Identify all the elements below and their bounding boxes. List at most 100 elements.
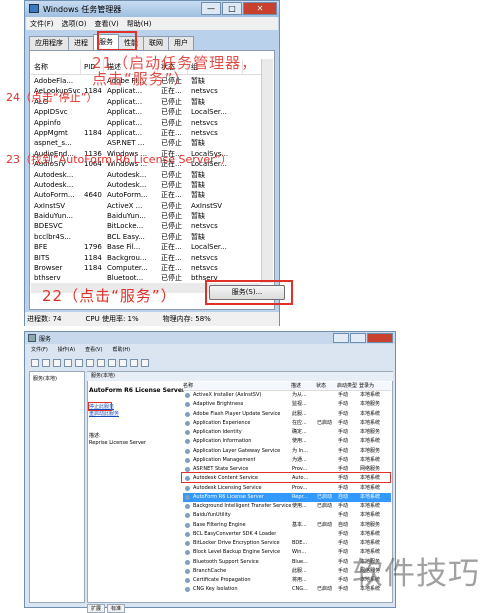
list-item[interactable]: Adobe Flash Player Update Service 此服... 手动… [183, 410, 391, 419]
sv-minimize-button[interactable] [333, 333, 349, 343]
table-row[interactable]: Autodesk... Autodesk... 已停止 暂缺 [31, 180, 261, 190]
list-item[interactable]: Application Information 使用... 手动 本地系统 [183, 437, 391, 446]
table-cell: 已停止 [161, 97, 182, 106]
export-icon[interactable] [75, 358, 83, 367]
tab-extended[interactable]: 扩展 [87, 604, 106, 613]
table-cell: 4640 [84, 191, 102, 200]
list-item[interactable]: BaiduYunUtility 手动 本地系统 [183, 511, 391, 520]
service-name: BaiduYunUtility [193, 512, 231, 519]
table-row[interactable]: BDESVC BitLocke... 已停止 netsvcs [31, 221, 261, 231]
service-name-cell: BCL EasyConverter SDK 4 Loader [183, 530, 291, 539]
menu-view[interactable]: 查看(V) [94, 19, 118, 29]
table-cell: 已停止 [161, 108, 182, 117]
list-cell: 基本... [292, 521, 307, 528]
table-row[interactable]: aspnet_s... ASP.NET ... 已停止 暂缺 [31, 138, 261, 148]
maximize-button[interactable]: □ [222, 2, 242, 15]
minimize-button[interactable]: — [201, 2, 221, 15]
table-row[interactable]: BaiduYun... BaiduYun... 已停止 暂缺 [31, 211, 261, 221]
service-name-cell: Certificate Propagation [183, 576, 291, 585]
sv-col-logon[interactable]: 登录为 [359, 382, 389, 390]
sv-maximize-button[interactable] [350, 333, 366, 343]
table-row[interactable]: BITS 1184 Backgrou... 正在... netsvcs [31, 253, 261, 263]
sv-menu-view[interactable]: 查看(V) [85, 345, 102, 355]
help-icon[interactable] [86, 358, 94, 367]
restart-service-link[interactable]: 重启动此服务 [89, 410, 119, 417]
list-item[interactable]: Application Management 为通... 手动 本地系统 [183, 456, 391, 465]
table-cell [81, 232, 104, 242]
list-cell [316, 530, 337, 539]
sv-close-button[interactable] [367, 333, 393, 343]
table-cell: 正在... [161, 264, 182, 273]
list-item[interactable]: Base Filtering Engine 基本... 已启动 自动 本地服务 [183, 521, 391, 530]
back-icon[interactable] [31, 358, 39, 367]
list-item[interactable]: Application Identity 确定... 手动 本地服务 [183, 428, 391, 437]
table-row[interactable]: BFE 1796 Base Fil... 正在... LocalSer... [31, 242, 261, 252]
table-row[interactable]: AppIDSvc Applicat... 已停止 LocalSer... [31, 107, 261, 117]
sv-menu-action[interactable]: 操作(A) [58, 345, 75, 355]
sv-col-description[interactable]: 描述 [291, 382, 316, 390]
gear-icon [185, 559, 190, 565]
start-icon[interactable] [108, 358, 116, 367]
table-cell: 正在... [161, 253, 182, 262]
restart-icon[interactable] [141, 358, 149, 367]
list-item[interactable]: Application Layer Gateway Service 为 In...… [183, 447, 391, 456]
table-row[interactable]: Appinfo Applicat... 已停止 netsvcs [31, 118, 261, 128]
tab-users[interactable]: 用户 [168, 36, 194, 50]
menu-file[interactable]: 文件(F) [30, 19, 54, 29]
menu-bar: 文件(F) 选项(O) 查看(V) 帮助(H) [26, 17, 278, 30]
refresh-icon[interactable] [64, 358, 72, 367]
list-item[interactable]: Background Intelligent Transfer Service 使… [183, 502, 391, 511]
menu-help[interactable]: 帮助(H) [127, 19, 152, 29]
services-title-bar[interactable]: 服务 [25, 332, 395, 344]
sv-toolbar [25, 356, 395, 369]
list-item[interactable]: Autodesk Licensing Service Prov... 手动 本地系统 [183, 484, 391, 493]
service-name-cell: BaiduYunUtility [183, 511, 291, 520]
list-cell: 手动 [338, 484, 349, 491]
table-cell: Computer... [107, 264, 148, 273]
tab-processes[interactable]: 进程 [68, 36, 94, 50]
pause-icon[interactable] [130, 358, 138, 367]
properties-icon[interactable] [97, 358, 105, 367]
sv-menu-file[interactable]: 文件(F) [31, 345, 48, 355]
tab-networking[interactable]: 联网 [143, 36, 169, 50]
table-row[interactable]: AppMgmt 1184 Applicat... 正在... netsvcs [31, 128, 261, 138]
table-row[interactable]: AutoForm... 4640 AutoForm... 正在... 暂缺 [31, 190, 261, 200]
list-cell [316, 410, 337, 419]
service-name: Block Level Backup Engine Service [193, 549, 281, 556]
stop-icon[interactable] [119, 358, 127, 367]
console-icon[interactable] [53, 358, 61, 367]
tree-node-services-local[interactable]: 服务(本地) [33, 375, 57, 382]
tab-standard[interactable]: 标准 [107, 604, 126, 613]
title-bar[interactable]: Windows 任务管理器 — □ ✕ [25, 1, 279, 17]
sv-pane-header: 服务(本地) [87, 372, 393, 381]
list-item[interactable]: ActiveX Installer (AxInstSV) 为从... 手动 本地系统 [183, 391, 391, 400]
list-cell: 本地服务 [360, 429, 381, 435]
table-row[interactable]: Autodesk... Autodesk... 已停止 暂缺 [31, 170, 261, 180]
list-item[interactable]: BitLocker Drive Encryption Service BDE...… [183, 539, 391, 548]
col-name[interactable]: 名称 [31, 59, 81, 74]
close-button[interactable]: ✕ [243, 2, 277, 15]
tab-applications[interactable]: 应用程序 [29, 36, 69, 50]
sv-col-status[interactable]: 状态 [316, 382, 337, 390]
sv-col-name[interactable]: 名称 [183, 382, 291, 390]
list-item[interactable]: BCL EasyConverter SDK 4 Loader 手动 本地系统 [183, 530, 391, 539]
table-row[interactable]: AxInstSV ActiveX ... 已停止 AxInstSV [31, 201, 261, 211]
forward-icon[interactable] [42, 358, 50, 367]
highlight-services-tab [97, 31, 137, 51]
table-row[interactable]: bcclbr4S... BCL Easy... 已停止 暂缺 [31, 232, 261, 242]
menu-options[interactable]: 选项(O) [62, 19, 87, 29]
list-item[interactable]: Application Experience 在应... 已启动 手动 本地系统 [183, 419, 391, 428]
vertical-scrollbar[interactable] [261, 59, 273, 283]
sv-col-startup[interactable]: 启动类型 [337, 382, 359, 390]
gear-icon [185, 393, 190, 399]
list-cell: BDE... [292, 540, 308, 546]
annotation-step-21: 21（启动任务管理器，点击“服务”） [92, 54, 258, 88]
table-cell [81, 201, 104, 211]
table-cell: BitLocke... [107, 222, 144, 231]
list-item[interactable]: Adaptive Brightness 监视... 手动 本地服务 [183, 400, 391, 409]
table-row[interactable]: Browser 1184 Computer... 正在... netsvcs [31, 263, 261, 273]
sv-menu-help[interactable]: 帮助(H) [112, 345, 130, 355]
list-cell: 此服... [292, 410, 307, 417]
service-name: Base Filtering Engine [193, 521, 246, 528]
list-item[interactable]: AutoForm R6 License Server Repr... 已启动 自动 本地… [183, 492, 391, 502]
